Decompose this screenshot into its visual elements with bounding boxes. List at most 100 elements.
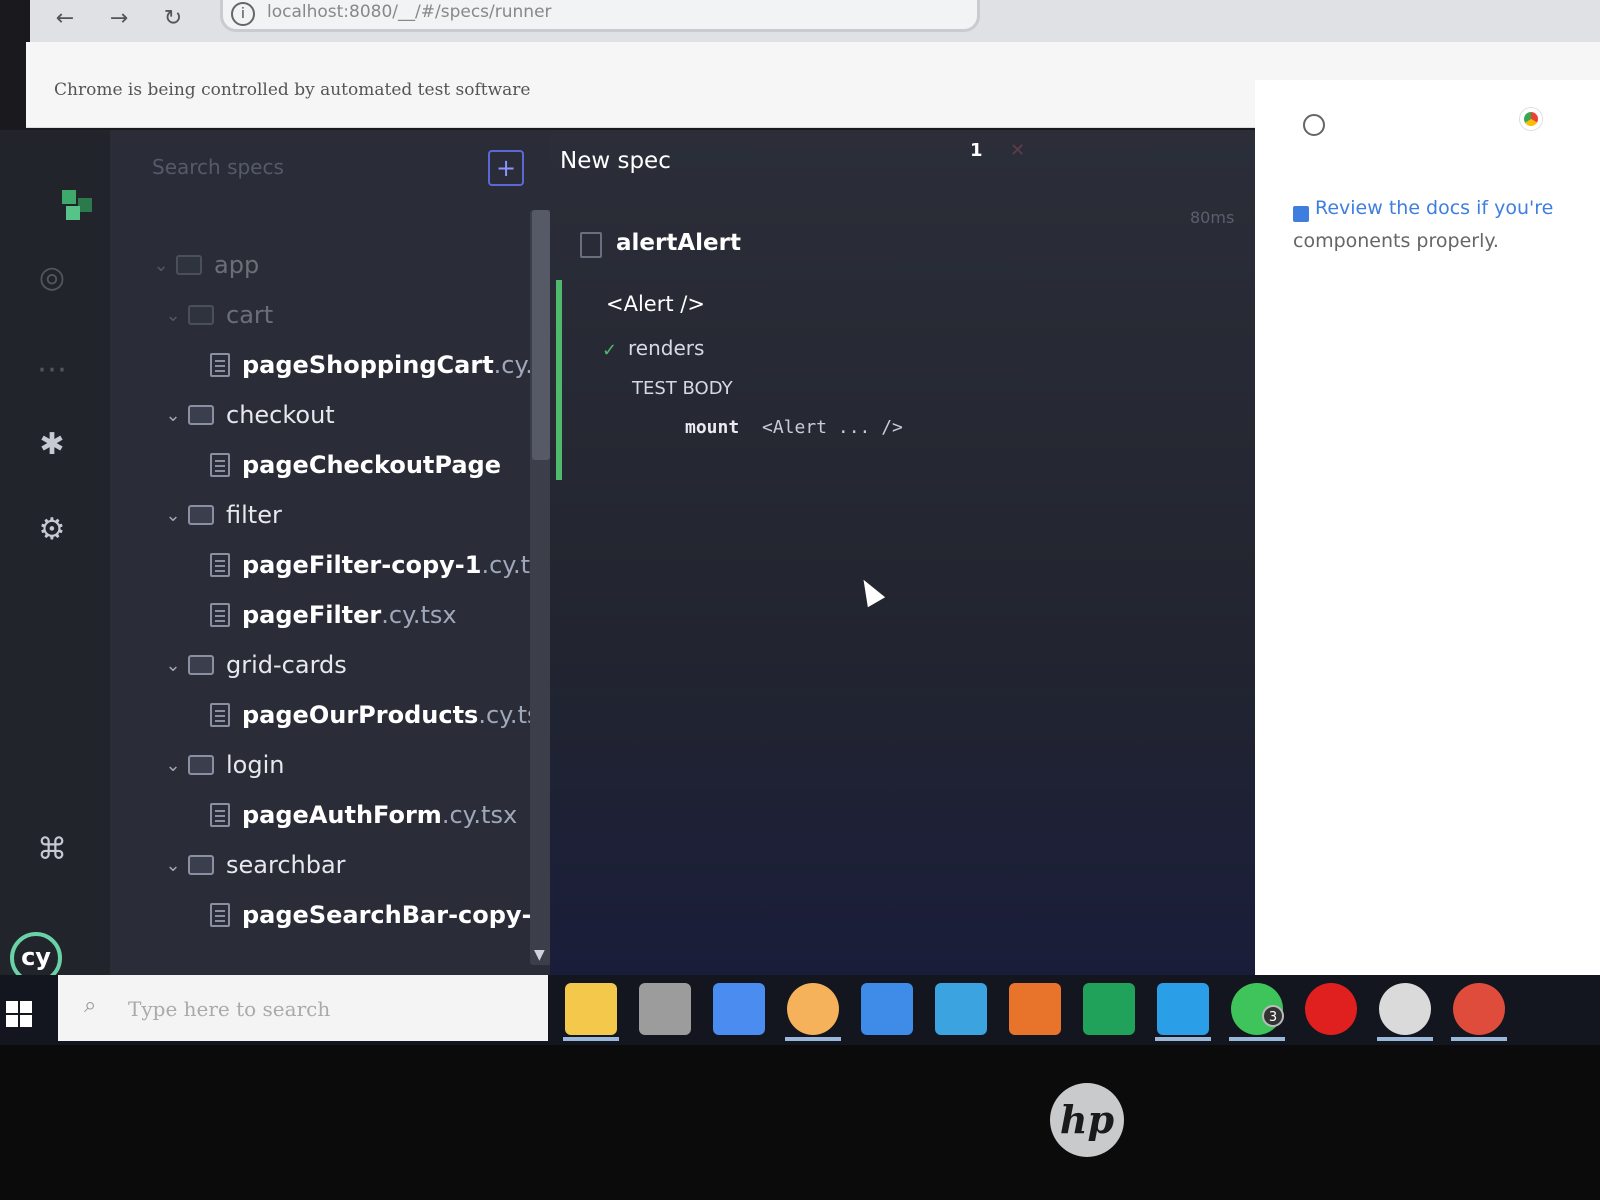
windows-taskbar: ⌕ Type here to search 3 <box>0 975 1600 1045</box>
specs-icon[interactable]: ⋯ <box>32 350 72 390</box>
scrollbar-thumb[interactable] <box>532 210 550 460</box>
forward-arrow-icon[interactable]: → <box>104 4 134 34</box>
file-icon <box>210 553 230 577</box>
specs-panel: Search specs + ⌄ app ⌄ cart pageShoppingCart… <box>110 130 550 975</box>
tree-spec-file[interactable]: pageFilter .cy.tsx <box>210 595 457 635</box>
command-message[interactable]: <Alert ... /> <box>762 417 903 438</box>
new-spec-plus-button[interactable]: + <box>488 150 524 186</box>
folder-icon <box>176 255 202 275</box>
passed-status-bar <box>556 280 562 480</box>
cypress-taskbar-icon[interactable] <box>1379 983 1431 1035</box>
running-indicator <box>563 1037 619 1041</box>
tree-folder[interactable]: ⌄ filter <box>162 495 282 535</box>
nav-rail: ◎ ⋯ ✱ ⚙ ⌘ cy <box>0 130 110 984</box>
tree-spec-file[interactable]: pageOurProducts .cy.tsx <box>210 695 550 735</box>
specs-scrollbar[interactable]: ▼ <box>530 210 550 965</box>
scroll-down-arrow-icon[interactable]: ▼ <box>534 947 545 963</box>
spec-title[interactable]: alertAlert <box>616 230 741 256</box>
spec-file-name: pageFilter <box>242 601 382 629</box>
folder-icon <box>188 305 214 325</box>
tree-folder[interactable]: ⌄ searchbar <box>162 845 346 885</box>
reporter-panel: New spec 1 ✕ 80ms alertAlert <Alert /> ✓… <box>550 130 1255 975</box>
folder-icon <box>188 855 214 875</box>
reload-icon[interactable]: ↻ <box>158 4 188 34</box>
spec-file-name: pageCheckoutPage <box>242 451 501 479</box>
test-title[interactable]: renders <box>628 336 704 360</box>
tree-spec-file[interactable]: pageCheckoutPage <box>210 445 501 485</box>
back-arrow-icon[interactable]: ← <box>50 4 80 34</box>
file-icon <box>210 903 230 927</box>
keyboard-shortcuts-icon[interactable]: ⌘ <box>32 830 72 870</box>
chevron-down-icon[interactable]: ⌄ <box>150 255 172 276</box>
file-icon <box>210 603 230 627</box>
spec-file-extension: .cy.tsx <box>381 601 457 629</box>
debug-bug-icon[interactable]: ✱ <box>32 425 72 465</box>
spec-file-name: pageSearchBar-copy-1 <box>242 901 549 929</box>
monitor-bezel: hp <box>0 1045 1600 1200</box>
spec-file-name: pageOurProducts <box>242 701 479 729</box>
spec-file-name: pageAuthForm <box>242 801 442 829</box>
settings-gear-icon[interactable]: ⚙ <box>32 510 72 550</box>
browser-toolbar: ← → ↻ i localhost:8080/__/#/specs/runner <box>30 0 1600 42</box>
tree-folder[interactable]: ⌄ checkout <box>162 395 335 435</box>
tree-spec-file[interactable]: pageSearchBar-copy-1.cy... <box>210 895 550 935</box>
url-text: localhost:8080/__/#/specs/runner <box>267 2 552 22</box>
tree-folder[interactable]: ⌄ grid-cards <box>162 645 346 685</box>
running-indicator <box>1229 1037 1285 1041</box>
runs-icon[interactable]: ◎ <box>32 258 72 298</box>
file-explorer-taskbar-icon[interactable] <box>565 983 617 1035</box>
tree-spec-file[interactable]: pageFilter-copy-1 .cy.tsx <box>210 545 550 585</box>
taskbar-search-box[interactable]: ⌕ Type here to search <box>58 975 548 1041</box>
chevron-down-icon[interactable]: ⌄ <box>162 405 184 426</box>
chevron-down-icon[interactable]: ⌄ <box>162 855 184 876</box>
app-blue-taskbar-icon[interactable] <box>713 983 765 1035</box>
tree-folder[interactable]: ⌄ cart <box>162 295 273 335</box>
spec-file-name: pageFilter-copy-1 <box>242 551 482 579</box>
project-logo-icon[interactable] <box>62 190 92 220</box>
selector-playground-icon[interactable] <box>1303 114 1325 136</box>
info-icon[interactable]: i <box>231 2 255 26</box>
store-taskbar-icon[interactable] <box>639 983 691 1035</box>
windows-start-icon[interactable] <box>6 1001 34 1029</box>
command-name[interactable]: mount <box>685 417 739 438</box>
automation-notice: Chrome is being controlled by automated … <box>54 80 531 100</box>
running-indicator <box>1155 1037 1211 1041</box>
duration: 80ms <box>1190 208 1235 227</box>
mail-taskbar-icon[interactable] <box>935 983 987 1035</box>
folder-name: checkout <box>226 401 335 429</box>
running-indicator <box>1451 1037 1507 1041</box>
folder-name: filter <box>226 501 282 529</box>
docs-link[interactable]: Review the docs if you're <box>1315 197 1553 219</box>
url-bar[interactable]: i localhost:8080/__/#/specs/runner <box>220 0 980 32</box>
app-under-test-panel: Review the docs if you're components pro… <box>1255 80 1600 1045</box>
chrome-canary-taskbar-icon[interactable] <box>787 983 839 1035</box>
new-spec-title[interactable]: New spec <box>560 148 671 174</box>
tree-folder[interactable]: ⌄ app <box>150 245 259 285</box>
chevron-down-icon[interactable]: ⌄ <box>162 755 184 776</box>
folder-name: searchbar <box>226 851 346 879</box>
file-icon <box>210 453 230 477</box>
docs-icon <box>1293 206 1309 222</box>
check-icon: ✓ <box>602 340 618 361</box>
failed-icon: ✕ <box>1010 140 1026 161</box>
chevron-down-icon[interactable]: ⌄ <box>162 305 184 326</box>
taskbar-search-placeholder: Type here to search <box>128 997 331 1021</box>
office-taskbar-icon[interactable] <box>1009 983 1061 1035</box>
folder-name: cart <box>226 301 274 329</box>
tree-spec-file[interactable]: pageShoppingCart.cy.tsx <box>210 345 550 385</box>
chevron-down-icon[interactable]: ⌄ <box>162 655 184 676</box>
search-specs-input[interactable]: Search specs <box>140 150 470 184</box>
chevron-down-icon[interactable]: ⌄ <box>162 505 184 526</box>
excel-like-taskbar-icon[interactable] <box>1083 983 1135 1035</box>
spec-file-extension: .cy.tsx <box>441 801 518 829</box>
recorder-taskbar-icon[interactable] <box>1305 983 1357 1035</box>
tree-folder[interactable]: ⌄ login <box>162 745 284 785</box>
suite-title[interactable]: <Alert /> <box>606 292 705 316</box>
chrome-taskbar-icon[interactable] <box>1453 983 1505 1035</box>
teams-like-taskbar-icon[interactable] <box>861 983 913 1035</box>
screen: ← → ↻ i localhost:8080/__/#/specs/runner… <box>0 0 1600 1200</box>
hp-logo: hp <box>1050 1083 1124 1157</box>
vscode-taskbar-icon[interactable] <box>1157 983 1209 1035</box>
tree-spec-file[interactable]: pageAuthForm .cy.tsx <box>210 795 517 835</box>
chrome-browser-icon[interactable] <box>1520 108 1542 130</box>
